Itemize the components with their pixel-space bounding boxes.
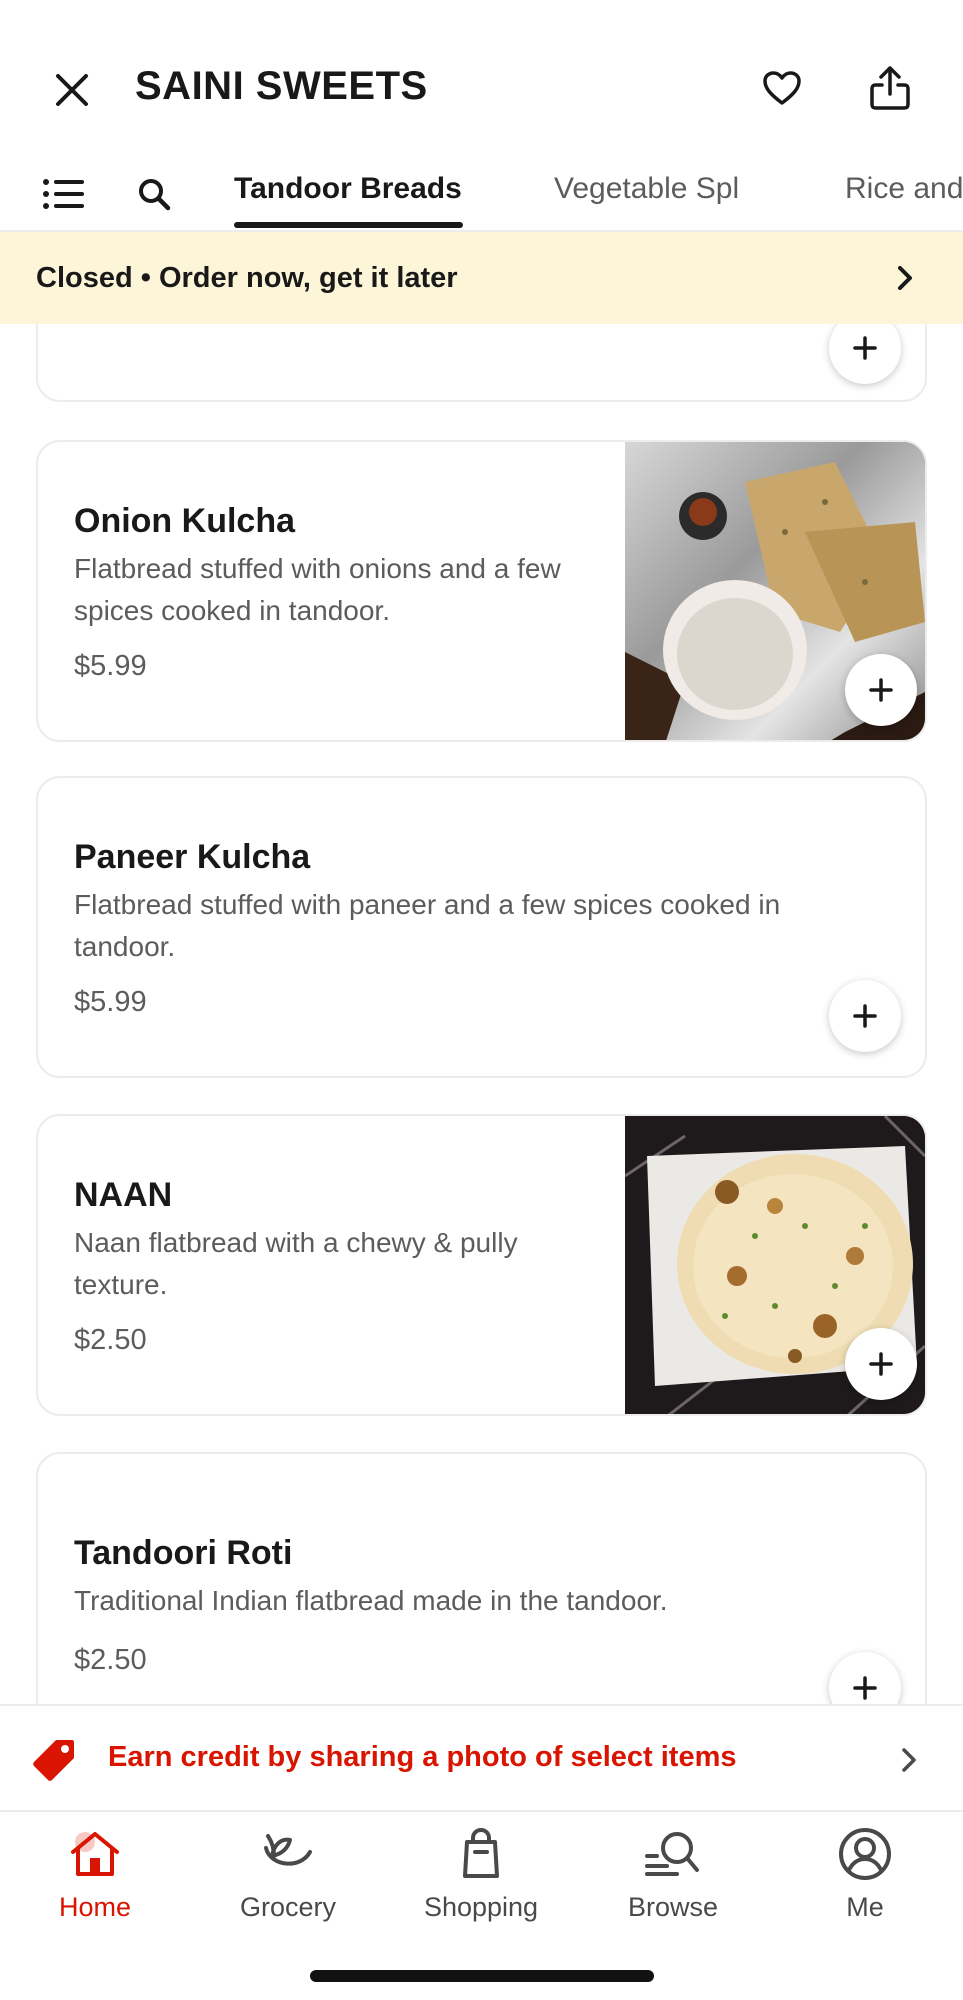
nav-label: Grocery [239, 1892, 337, 1922]
menu-search-button[interactable] [126, 166, 182, 222]
search-icon [139, 179, 171, 211]
tab-vegetable-spl[interactable]: Vegetable Spl [554, 172, 739, 206]
menu-item-description: Naan flatbread with a chewy & pully text… [74, 1227, 518, 1300]
photo-credit-promo[interactable]: Earn credit by sharing a photo of select… [0, 1704, 963, 1812]
menu-item-card[interactable]: Onion Kulcha Flatbread stuffed with onio… [36, 440, 927, 742]
menu-item-name: NAAN [74, 1176, 173, 1214]
nav-grocery[interactable]: Grocery [193, 1824, 383, 1944]
menu-item-list[interactable]: Onion Kulcha Flatbread stuffed with onio… [0, 324, 963, 1704]
add-item-button[interactable] [829, 980, 901, 1052]
menu-item-card[interactable]: Paneer Kulcha Flatbread stuffed with pan… [36, 776, 927, 1078]
menu-item-price: $5.99 [74, 986, 147, 1018]
menu-item-name: Tandoori Roti [74, 1534, 293, 1572]
nav-label: Shopping [423, 1892, 539, 1922]
menu-item-price: $5.99 [74, 650, 147, 682]
share-icon [870, 66, 910, 110]
menu-item-description: Flatbread stuffed with onions and a few … [74, 553, 561, 626]
chevron-right-icon [889, 1740, 929, 1780]
plus-icon [869, 678, 893, 702]
home-indicator[interactable] [310, 1970, 654, 1982]
menu-item-description: Flatbread stuffed with paneer and a few … [74, 889, 781, 962]
plus-icon [869, 1352, 893, 1376]
grocery-icon [258, 1824, 318, 1884]
home-icon [65, 1824, 125, 1884]
chevron-right-icon [883, 256, 927, 300]
banner-text: Closed • Order now, get it later [36, 261, 458, 294]
profile-icon [835, 1824, 895, 1884]
store-title: SAINI SWEETS [135, 64, 428, 108]
add-item-button[interactable] [829, 324, 901, 384]
active-tab-indicator [234, 222, 463, 228]
nav-label: Browse [627, 1892, 719, 1922]
add-item-button[interactable] [845, 654, 917, 726]
plus-icon [853, 1004, 877, 1028]
tag-icon [28, 1734, 80, 1786]
menu-item-name: Onion Kulcha [74, 502, 295, 540]
close-button[interactable] [44, 62, 100, 118]
menu-item-card-partial[interactable] [36, 324, 927, 402]
browse-icon [643, 1824, 703, 1884]
tab-rice-and[interactable]: Rice and [845, 172, 963, 206]
menu-item-price: $2.50 [74, 1644, 147, 1676]
menu-item-description: Traditional Indian flatbread made in the… [74, 1585, 668, 1616]
heart-icon [763, 71, 801, 105]
nav-shopping[interactable]: Shopping [386, 1824, 576, 1944]
list-icon [43, 179, 84, 209]
favorite-button[interactable] [754, 60, 810, 116]
nav-label: Me [846, 1892, 884, 1922]
plus-icon [853, 336, 877, 360]
promo-text: Earn credit by sharing a photo of select… [108, 1741, 737, 1773]
menu-item-card[interactable]: Tandoori Roti Traditional Indian flatbre… [36, 1452, 927, 1704]
add-item-button[interactable] [845, 1328, 917, 1400]
menu-item-card[interactable]: NAAN Naan flatbread with a chewy & pully… [36, 1114, 927, 1416]
plus-icon [853, 1676, 877, 1700]
shopping-bag-icon [451, 1824, 511, 1884]
store-header: SAINI SWEETS [0, 0, 963, 160]
nav-home[interactable]: Home [0, 1824, 190, 1944]
nav-label: Home [58, 1892, 132, 1922]
menu-item-price: $2.50 [74, 1324, 147, 1356]
category-list-button[interactable] [36, 166, 92, 222]
category-tabs: Tandoor Breads Vegetable Spl Rice and [0, 160, 963, 232]
nav-browse[interactable]: Browse [578, 1824, 768, 1944]
close-icon [56, 74, 88, 106]
nav-me[interactable]: Me [770, 1824, 960, 1944]
menu-item-name: Paneer Kulcha [74, 838, 311, 876]
add-item-button[interactable] [829, 1652, 901, 1704]
closed-banner[interactable]: Closed • Order now, get it later [0, 232, 963, 324]
share-button[interactable] [862, 60, 918, 116]
tab-tandoor-breads[interactable]: Tandoor Breads [234, 172, 462, 206]
